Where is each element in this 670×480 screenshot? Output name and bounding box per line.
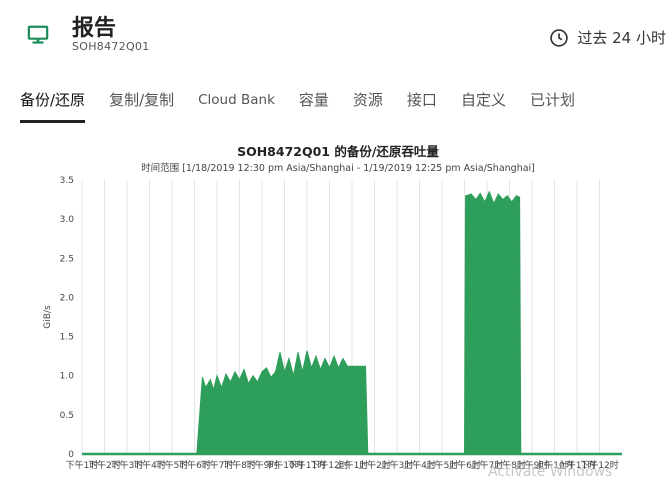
- tab-capacity[interactable]: 容量: [299, 88, 329, 120]
- y-tick-label: 2.5: [60, 254, 74, 264]
- y-tick-label: 3.5: [60, 176, 74, 186]
- y-tick-label: 0.5: [60, 411, 74, 421]
- tab-scheduled[interactable]: 已计划: [530, 88, 575, 120]
- time-range-selector[interactable]: 过去 24 小时: [549, 27, 666, 48]
- chart-plot: 00.51.01.52.02.53.03.5GiB/s下午1时下午2时下午3时下…: [43, 176, 622, 471]
- y-tick-label: 2.0: [60, 293, 75, 303]
- time-range-label: 过去 24 小时: [577, 29, 666, 47]
- tab-replication[interactable]: 复制/复制: [109, 88, 174, 120]
- throughput-chart: SOH8472Q01 的备份/还原吞吐量 时间范围 [1/18/2019 12:…: [38, 138, 638, 478]
- clock-icon: [550, 28, 569, 47]
- y-tick-label: 3.0: [60, 215, 75, 225]
- tab-custom[interactable]: 自定义: [461, 88, 506, 120]
- y-tick-label: 1.5: [60, 333, 74, 343]
- y-axis-label: GiB/s: [43, 305, 53, 329]
- y-tick-label: 1.0: [60, 372, 75, 382]
- tab-resources[interactable]: 资源: [353, 88, 383, 120]
- tab-cloud-bank[interactable]: Cloud Bank: [198, 88, 275, 120]
- page-title: 报告: [72, 16, 117, 41]
- system-name: SOH8472Q01: [72, 40, 150, 53]
- report-header: 报告 SOH8472Q01 过去 24 小时: [0, 0, 670, 70]
- y-tick-label: 0: [68, 450, 74, 460]
- monitor-icon: [27, 25, 49, 44]
- tab-interfaces[interactable]: 接口: [407, 88, 437, 120]
- report-tabs: 备份/还原 复制/复制 Cloud Bank 容量 资源 接口 自定义 已计划: [20, 88, 599, 123]
- tab-backup-restore[interactable]: 备份/还原: [20, 88, 86, 123]
